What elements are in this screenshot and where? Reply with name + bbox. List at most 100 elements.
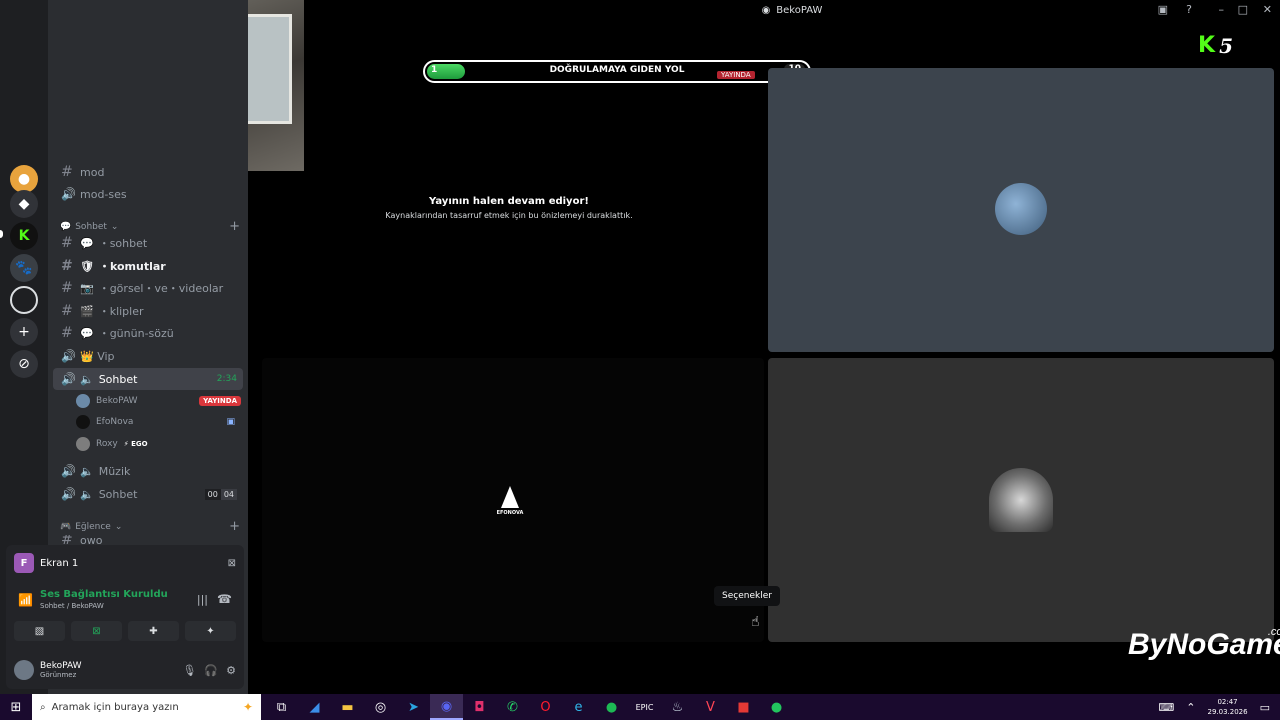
voice-connection[interactable]: 📶 Ses Bağlantısı Kuruldu Sohbet / BekoPA… [14, 589, 236, 615]
user-name: EfoNova [96, 417, 134, 427]
speaker-small-icon: 🔈 [80, 487, 94, 501]
channel-sohbet[interactable]: # 💬 ・sohbet [53, 232, 243, 254]
help-icon[interactable]: ? [1186, 3, 1192, 16]
red-app-icon[interactable]: ■ [727, 694, 760, 720]
activities-icon: ✚ [149, 625, 158, 637]
channel-emoji: 🎬 [80, 304, 94, 318]
channel-mod-ses[interactable]: 🔊 mod-ses [53, 183, 243, 205]
notification-icon[interactable]: ▭ [1260, 701, 1270, 714]
epic-games-icon[interactable]: EPIC [628, 694, 661, 720]
windows-taskbar: ⊞ ⌕ Aramak için buraya yazın ✦ ⧉ ◢ ▬ ◎ ➤… [0, 694, 1280, 720]
channel-label: owo [80, 535, 103, 545]
disconnect-icon[interactable]: ☎ [217, 592, 232, 606]
headphones-icon[interactable]: 🎧 [204, 664, 218, 677]
instagram-icon[interactable]: ◘ [463, 694, 496, 720]
channel-label: ・günün-sözü [98, 327, 174, 340]
gear-icon[interactable]: ⚙ [226, 664, 236, 677]
taskbar-search[interactable]: ⌕ Aramak için buraya yazın ✦ [32, 694, 261, 720]
avatar [14, 660, 34, 680]
valorant-icon[interactable]: V [694, 694, 727, 720]
spotify-icon[interactable]: ● [595, 694, 628, 720]
close-icon[interactable]: ✕ [1263, 3, 1272, 16]
user-info: BekoPAW Görünmez [40, 661, 82, 679]
app-blue-icon[interactable]: ◢ [298, 694, 331, 720]
avatar [76, 415, 90, 429]
channel-klipler[interactable]: # 🎬 ・klipler [53, 300, 243, 322]
screen-share-button[interactable]: ⊠ [71, 621, 122, 641]
channel-emoji: 📷 [80, 281, 94, 295]
discord-icon[interactable]: ◉ [430, 694, 463, 720]
kick-logo: K 5 [1198, 33, 1233, 58]
soundboard-button[interactable]: ✦ [185, 621, 236, 641]
speaker-icon: 🔊 [61, 349, 76, 363]
whatsapp-icon[interactable]: ✆ [496, 694, 529, 720]
hash-icon: # [61, 280, 73, 296]
hash-icon: # [61, 325, 73, 341]
voice-user-bekopaw[interactable]: BekoPAW YAYINDA [76, 391, 241, 411]
screen-label: Ekran 1 [40, 557, 79, 569]
channel-vip[interactable]: 🔊 👑 Vip [53, 345, 243, 367]
watermark-tld: .com [1267, 626, 1280, 638]
explore-icon[interactable]: ⊘ [10, 350, 38, 378]
avatar [995, 183, 1047, 235]
clock[interactable]: 02:47 29.03.2026 [1208, 697, 1248, 717]
start-button[interactable]: ⊞ [0, 694, 32, 720]
channel-gunun-sozu[interactable]: # 💬 ・günün-sözü [53, 322, 243, 344]
noise-suppression-icon[interactable]: ||| [197, 593, 208, 606]
user-controls: 🎙 🎧 ⚙ [182, 664, 236, 677]
hash-icon: # [61, 535, 73, 545]
user-row[interactable]: BekoPAW Görünmez 🎙 🎧 ⚙ [14, 657, 236, 683]
user-name: Roxy [96, 439, 118, 449]
unread-pill [0, 230, 3, 238]
avatar [76, 394, 90, 408]
loading-icon[interactable] [10, 286, 38, 314]
steam-icon[interactable]: ♨ [661, 694, 694, 720]
clock-date: 29.03.2026 [1207, 708, 1248, 716]
channel-mod[interactable]: # mod [53, 161, 243, 183]
speaker-icon: 🔊 [61, 187, 76, 201]
user-status: Görünmez [40, 671, 77, 679]
channel-owo[interactable]: # owo [53, 535, 243, 545]
activities-button[interactable]: ✚ [128, 621, 179, 641]
discover-icon[interactable]: ◆ [10, 190, 38, 218]
keyboard-icon[interactable]: ⌨ [1158, 701, 1174, 714]
category-eglence[interactable]: 🎮 Eğlence ⌄ + [60, 519, 240, 534]
avatar [989, 468, 1053, 532]
voice-channel-sohbet-active[interactable]: 🔊 🔈 Sohbet 2:34 [53, 368, 243, 390]
category-label: Sohbet [75, 221, 107, 232]
file-explorer-icon[interactable]: ▬ [331, 694, 364, 720]
minimize-icon[interactable]: – [1219, 3, 1225, 16]
green-app-icon[interactable]: ● [760, 694, 793, 720]
edge-icon[interactable]: e [562, 694, 595, 720]
add-channel-icon[interactable]: + [229, 519, 240, 534]
efonova-text: EFONOVA [496, 510, 524, 516]
voice-channel-sohbet-2[interactable]: 🔊 🔈 Sohbet 00 04 [53, 483, 243, 505]
maximize-icon[interactable]: □ [1238, 3, 1248, 16]
voice-user-efonova[interactable]: EfoNova ▣ [76, 412, 241, 432]
user-count: 00 [204, 488, 221, 500]
camera-off-button[interactable]: ▧ [14, 621, 65, 641]
stop-stream-icon[interactable]: ⊠ [228, 558, 236, 569]
speaker-icon: 🔊 [61, 372, 76, 386]
screen-share-row[interactable]: F Ekran 1 ⊠ [14, 553, 236, 573]
microphone-icon[interactable]: 🎙 [182, 664, 196, 677]
camera-off-icon: ▧ [34, 625, 45, 637]
voice-channel-muzik[interactable]: 🔊 🔈 Müzik [53, 460, 243, 482]
channel-label: ・görsel・ve・videolar [98, 282, 224, 295]
screen-avatar: F [14, 553, 34, 573]
channel-label: mod-ses [80, 187, 127, 201]
server-colorful-icon[interactable]: ● [10, 165, 38, 193]
voice-user-roxy[interactable]: Roxy ⚡ EGO [76, 434, 241, 454]
channel-komutlar[interactable]: # 🛡 ・komutlar [53, 255, 243, 277]
animal-server-icon[interactable]: 🐾 [10, 254, 38, 282]
channel-gorsel-videolar[interactable]: # 📷 ・görsel・ve・videolar [53, 277, 243, 299]
obs-icon[interactable]: ◎ [364, 694, 397, 720]
windows-logo-icon: ⊞ [10, 699, 22, 715]
opera-icon[interactable]: O [529, 694, 562, 720]
inbox-icon[interactable]: ▣ [1158, 3, 1168, 16]
chevron-up-icon[interactable]: ⌃ [1186, 701, 1195, 714]
kick-server-icon[interactable]: K [10, 222, 38, 250]
telegram-icon[interactable]: ➤ [397, 694, 430, 720]
task-view-icon[interactable]: ⧉ [265, 694, 298, 720]
add-server-icon[interactable]: + [10, 318, 38, 346]
